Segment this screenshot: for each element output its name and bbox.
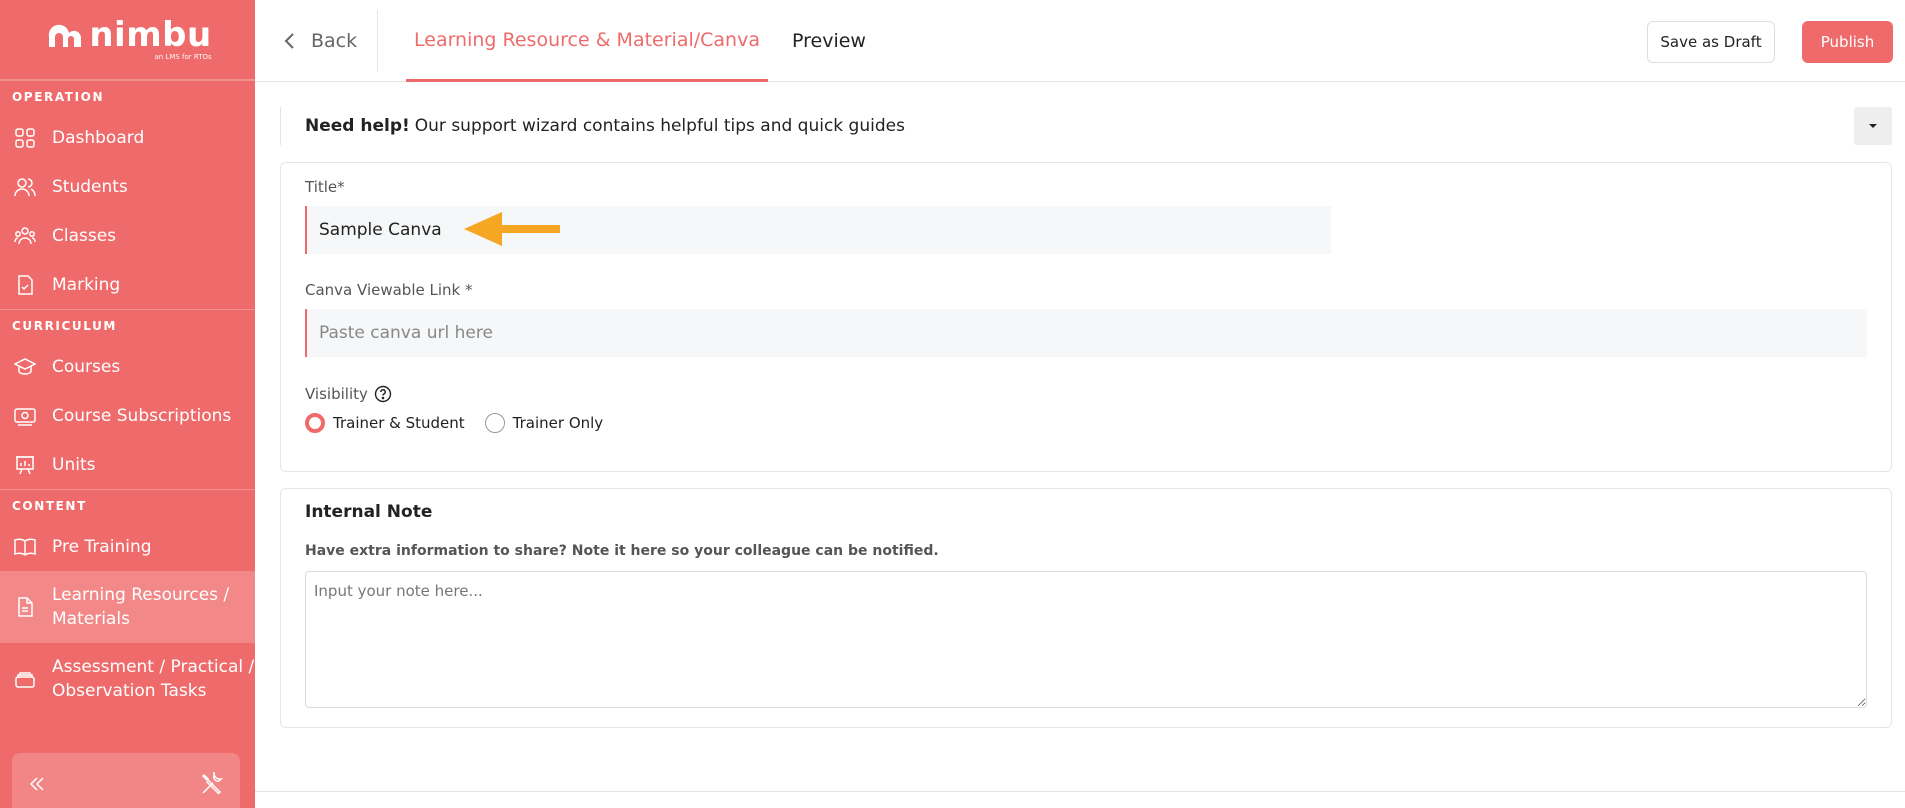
internal-note-card: Internal Note Have extra information to …	[280, 488, 1892, 728]
sidebar-item-classes[interactable]: Classes	[0, 211, 255, 260]
graduation-cap-icon	[14, 357, 36, 375]
sidebar-item-pre-training[interactable]: Pre Training	[0, 522, 255, 571]
tab-learning-resource[interactable]: Learning Resource & Material/Canva	[406, 0, 768, 82]
radio-label: Trainer & Student	[333, 414, 465, 432]
brand-logo[interactable]: nimbu an LMS for RTOs	[0, 0, 255, 80]
nav-group-operation: OPERATION Dashboard Students Classes Mar…	[0, 80, 255, 309]
title-label: Title*	[305, 178, 345, 196]
tab-preview[interactable]: Preview	[792, 0, 866, 82]
sidebar-footer	[12, 753, 240, 808]
section-label-content: CONTENT	[12, 499, 87, 513]
help-bold: Need help!	[305, 116, 410, 136]
sidebar-item-students[interactable]: Students	[0, 162, 255, 211]
students-icon	[14, 177, 36, 196]
topbar: Back Learning Resource & Material/Canva …	[255, 0, 1905, 82]
tools-icon[interactable]	[200, 772, 224, 796]
divider	[377, 10, 378, 72]
internal-note-title: Internal Note	[305, 502, 433, 522]
cloud-logo-icon	[49, 24, 82, 47]
visibility-text: Visibility	[305, 385, 368, 403]
title-input[interactable]	[305, 206, 1331, 254]
arrow-annotation-icon	[464, 212, 560, 246]
radio-checked-icon[interactable]	[305, 413, 325, 433]
sidebar-item-label: Assessment / Practical / Observation Tas…	[52, 657, 255, 701]
document-icon	[18, 597, 33, 617]
stack-icon	[15, 672, 35, 688]
sidebar-item-marking[interactable]: Marking	[0, 260, 255, 309]
internal-note-subtitle: Have extra information to share? Note it…	[305, 543, 939, 559]
footer-divider	[255, 791, 1905, 792]
grid-icon	[15, 127, 35, 148]
sidebar-item-assessment-tasks[interactable]: Assessment / Practical / Observation Tas…	[0, 643, 255, 715]
sidebar-item-dashboard[interactable]: Dashboard	[0, 113, 255, 162]
caret-down-icon	[1869, 124, 1877, 128]
brand-tagline: an LMS for RTOs	[154, 53, 212, 61]
sidebar-item-units[interactable]: Units	[0, 440, 255, 489]
sidebar-item-label: Course Subscriptions	[52, 405, 232, 426]
classes-icon	[14, 226, 36, 244]
radio-trainer-only[interactable]: Trainer Only	[484, 413, 604, 433]
sidebar-item-courses[interactable]: Courses	[0, 342, 255, 391]
nav-group-content: CONTENT Pre Training Learning Resources …	[0, 489, 255, 715]
internal-note-textarea[interactable]	[305, 571, 1867, 708]
help-circle-icon[interactable]	[374, 385, 392, 403]
section-label-operation: OPERATION	[12, 90, 105, 104]
publish-button[interactable]: Publish	[1802, 21, 1893, 63]
radio-trainer-student[interactable]: Trainer & Student	[305, 413, 465, 433]
sidebar-item-learning-resources[interactable]: Learning Resources / Materials	[0, 571, 255, 643]
help-expand-button[interactable]	[1854, 107, 1892, 145]
sidebar-item-label: Dashboard	[52, 127, 145, 148]
section-label-curriculum: CURRICULUM	[12, 319, 117, 333]
subscription-icon	[14, 407, 36, 426]
sidebar-item-label: Classes	[52, 225, 117, 246]
radio-unchecked-icon[interactable]	[484, 413, 505, 433]
form-card: Title* Canva Viewable Link * Visibility …	[280, 162, 1892, 472]
sidebar-item-label: Pre Training	[52, 536, 152, 557]
sidebar-item-label: Courses	[52, 356, 121, 377]
units-icon	[16, 455, 34, 474]
radio-label: Trainer Only	[512, 414, 604, 432]
visibility-label: Visibility	[305, 385, 392, 403]
sidebar-item-label: Marking	[52, 274, 121, 295]
back-label: Back	[311, 30, 358, 52]
sidebar: nimbu an LMS for RTOs OPERATION Dashboar…	[0, 0, 255, 808]
brand-name: nimbu	[89, 15, 212, 55]
sidebar-item-label: Units	[52, 454, 96, 475]
help-text: Our support wizard contains helpful tips…	[414, 116, 905, 136]
sidebar-item-label: Students	[52, 176, 128, 197]
canva-link-input[interactable]	[305, 309, 1867, 357]
marking-icon	[18, 274, 33, 295]
chevron-left-icon	[284, 33, 294, 49]
visibility-radio-group: Trainer & Student Trainer Only	[305, 413, 603, 433]
sidebar-item-course-subscriptions[interactable]: Course Subscriptions	[0, 391, 255, 440]
sidebar-item-label: Learning Resources / Materials	[52, 585, 230, 629]
back-button[interactable]: Back	[283, 22, 357, 60]
help-bar: Need help! Our support wizard contains h…	[280, 107, 1892, 145]
canva-link-label: Canva Viewable Link *	[305, 281, 473, 299]
save-draft-button[interactable]: Save as Draft	[1647, 21, 1775, 63]
collapse-sidebar-icon[interactable]	[28, 775, 46, 793]
nav-group-curriculum: CURRICULUM Courses Course Subscriptions …	[0, 309, 255, 489]
book-icon	[14, 538, 36, 556]
